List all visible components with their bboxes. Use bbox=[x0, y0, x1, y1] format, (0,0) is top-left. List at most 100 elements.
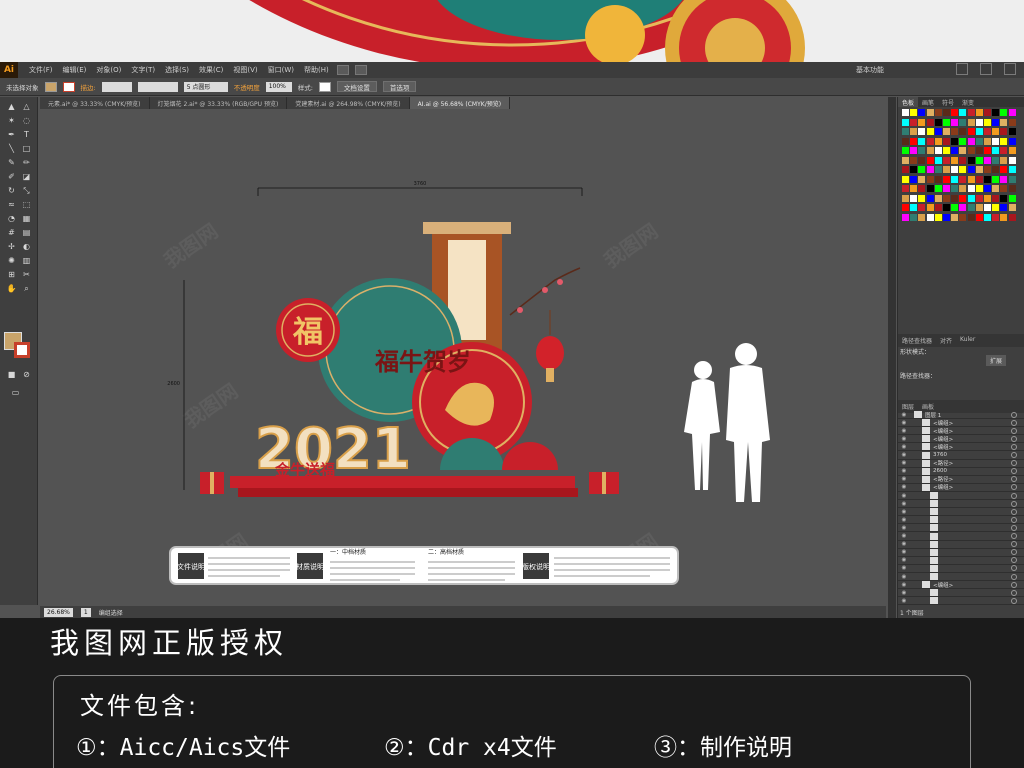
color-swatch[interactable] bbox=[934, 156, 942, 164]
color-swatch[interactable] bbox=[951, 175, 959, 183]
color-swatch[interactable] bbox=[1008, 118, 1016, 126]
layer-row[interactable]: ◉ bbox=[898, 548, 1024, 557]
gradient-tool-icon[interactable]: ▤ bbox=[21, 227, 32, 238]
color-swatch[interactable] bbox=[902, 185, 909, 192]
layer-row[interactable]: ◉ bbox=[898, 597, 1024, 606]
color-swatch[interactable] bbox=[943, 137, 950, 145]
color-swatch[interactable] bbox=[984, 128, 991, 135]
color-swatch[interactable] bbox=[1008, 128, 1016, 135]
layer-row[interactable]: ◉ <路径> bbox=[898, 475, 1024, 484]
color-swatch[interactable] bbox=[943, 156, 950, 164]
color-swatch[interactable] bbox=[1000, 147, 1008, 154]
color-swatch[interactable] bbox=[934, 185, 942, 192]
color-swatch[interactable] bbox=[959, 175, 967, 183]
target-circle-icon[interactable] bbox=[1011, 508, 1017, 515]
color-swatch[interactable] bbox=[910, 118, 918, 126]
color-swatch[interactable] bbox=[1008, 137, 1016, 145]
target-circle-icon[interactable] bbox=[1011, 443, 1017, 450]
target-circle-icon[interactable] bbox=[1011, 460, 1017, 467]
color-swatch[interactable] bbox=[959, 166, 967, 173]
color-swatch[interactable] bbox=[951, 194, 959, 202]
color-swatch[interactable] bbox=[1000, 156, 1008, 164]
color-swatch[interactable] bbox=[951, 156, 959, 164]
color-swatch[interactable] bbox=[926, 194, 934, 202]
color-swatch[interactable] bbox=[967, 185, 975, 192]
target-circle-icon[interactable] bbox=[1011, 419, 1017, 426]
visibility-eye-icon[interactable]: ◉ bbox=[900, 541, 908, 547]
color-swatch[interactable] bbox=[918, 147, 926, 154]
layer-row[interactable]: ◉ <编组> bbox=[898, 581, 1024, 590]
color-swatch[interactable] bbox=[967, 194, 975, 202]
color-swatch[interactable] bbox=[967, 213, 975, 221]
visibility-eye-icon[interactable]: ◉ bbox=[900, 493, 908, 499]
target-circle-icon[interactable] bbox=[1011, 516, 1017, 523]
color-swatch[interactable] bbox=[984, 194, 991, 202]
color-swatch[interactable] bbox=[951, 166, 959, 173]
color-swatch[interactable] bbox=[951, 213, 959, 221]
layer-row[interactable]: ◉ <编组> bbox=[898, 427, 1024, 436]
tab-symbols[interactable]: 符号 bbox=[938, 97, 958, 107]
color-swatch[interactable] bbox=[975, 213, 983, 221]
color-swatch[interactable] bbox=[934, 147, 942, 154]
hand-tool-icon[interactable]: ✋ bbox=[6, 283, 17, 294]
color-swatch[interactable] bbox=[926, 175, 934, 183]
color-swatch[interactable] bbox=[1000, 128, 1008, 135]
color-swatch[interactable] bbox=[992, 204, 1000, 211]
menu-edit[interactable]: 编辑(E) bbox=[58, 65, 92, 75]
layer-row[interactable]: ◉ bbox=[898, 508, 1024, 517]
layer-row[interactable]: ◉ <编组> bbox=[898, 443, 1024, 452]
color-swatch[interactable] bbox=[984, 147, 991, 154]
color-swatch[interactable] bbox=[934, 109, 942, 116]
color-swatch[interactable] bbox=[910, 156, 918, 164]
color-swatch[interactable] bbox=[951, 109, 959, 116]
visibility-eye-icon[interactable]: ◉ bbox=[900, 412, 908, 418]
color-swatch[interactable] bbox=[910, 185, 918, 192]
close-icon[interactable] bbox=[1004, 63, 1016, 75]
color-swatch[interactable] bbox=[975, 137, 983, 145]
color-swatch[interactable] bbox=[967, 175, 975, 183]
target-circle-icon[interactable] bbox=[1011, 452, 1017, 459]
visibility-eye-icon[interactable]: ◉ bbox=[900, 468, 908, 474]
color-swatch[interactable] bbox=[975, 147, 983, 154]
color-swatch[interactable] bbox=[951, 137, 959, 145]
panel-dock-collapsed[interactable] bbox=[888, 97, 896, 618]
color-swatch[interactable] bbox=[902, 137, 909, 145]
color-swatch[interactable] bbox=[992, 128, 1000, 135]
color-swatch[interactable] bbox=[918, 194, 926, 202]
color-swatch[interactable] bbox=[959, 213, 967, 221]
color-swatch[interactable] bbox=[992, 175, 1000, 183]
screen-mode-icon[interactable]: ▭ bbox=[10, 387, 21, 398]
menu-window[interactable]: 窗口(W) bbox=[263, 65, 299, 75]
visibility-eye-icon[interactable]: ◉ bbox=[900, 509, 908, 515]
color-swatch[interactable] bbox=[992, 137, 1000, 145]
color-swatch[interactable] bbox=[1000, 175, 1008, 183]
visibility-eye-icon[interactable]: ◉ bbox=[900, 428, 908, 434]
visibility-eye-icon[interactable]: ◉ bbox=[900, 525, 908, 531]
color-swatch[interactable] bbox=[959, 204, 967, 211]
color-swatch[interactable] bbox=[902, 128, 909, 135]
color-swatch[interactable] bbox=[934, 175, 942, 183]
target-circle-icon[interactable] bbox=[1011, 411, 1017, 418]
target-circle-icon[interactable] bbox=[1011, 468, 1017, 475]
maximize-icon[interactable] bbox=[980, 63, 992, 75]
color-swatch[interactable] bbox=[959, 156, 967, 164]
color-swatch[interactable] bbox=[910, 175, 918, 183]
color-swatch[interactable] bbox=[1000, 109, 1008, 116]
layer-row[interactable]: ◉ <编组> bbox=[898, 483, 1024, 492]
color-swatch[interactable] bbox=[934, 194, 942, 202]
color-swatch[interactable] bbox=[1000, 185, 1008, 192]
color-swatch[interactable] bbox=[943, 128, 950, 135]
layer-row[interactable]: ◉ <编组> bbox=[898, 419, 1024, 428]
target-circle-icon[interactable] bbox=[1011, 589, 1017, 596]
target-circle-icon[interactable] bbox=[1011, 500, 1017, 507]
color-swatch[interactable] bbox=[910, 137, 918, 145]
artboard-canvas[interactable]: 我图网 我图网 我图网 我图网 我图网 3760 2600 bbox=[40, 110, 886, 605]
color-swatch[interactable] bbox=[918, 109, 926, 116]
color-swatch[interactable] bbox=[918, 128, 926, 135]
tab-document-1[interactable]: 元素.ai* @ 33.33% (CMYK/预览) bbox=[40, 97, 150, 109]
color-swatch[interactable] bbox=[918, 185, 926, 192]
visibility-eye-icon[interactable]: ◉ bbox=[900, 501, 908, 507]
color-swatch[interactable] bbox=[975, 194, 983, 202]
artboard-tool-icon[interactable]: ⊞ bbox=[6, 269, 17, 280]
color-swatch[interactable] bbox=[926, 166, 934, 173]
